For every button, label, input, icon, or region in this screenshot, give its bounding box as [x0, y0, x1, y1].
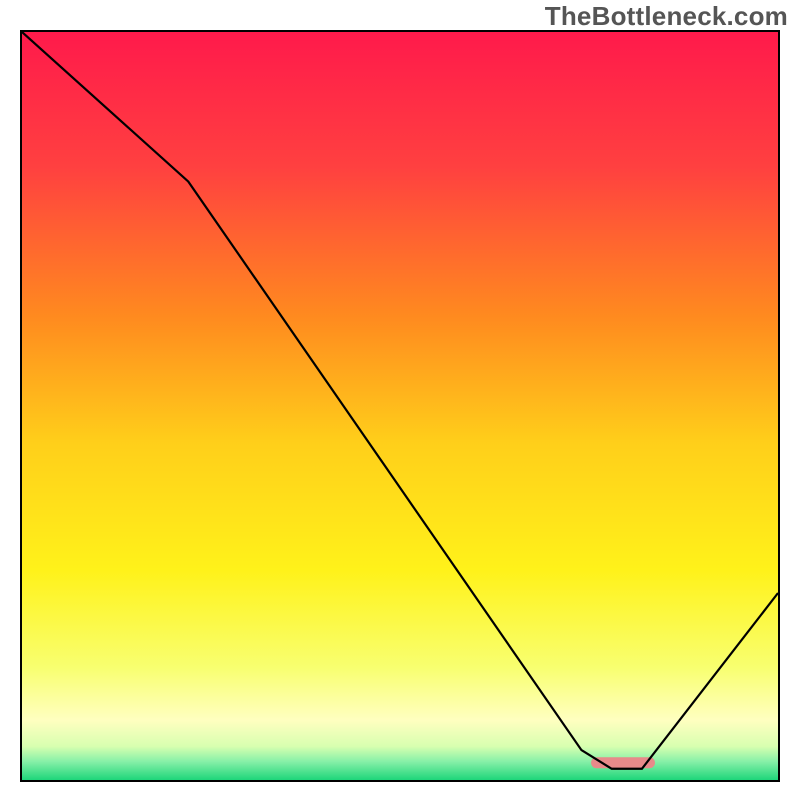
- chart-background: [22, 32, 778, 780]
- plot-area: [20, 30, 780, 782]
- watermark-text: TheBottleneck.com: [545, 1, 788, 32]
- chart-svg: [22, 32, 778, 780]
- chart-frame: TheBottleneck.com: [0, 0, 800, 800]
